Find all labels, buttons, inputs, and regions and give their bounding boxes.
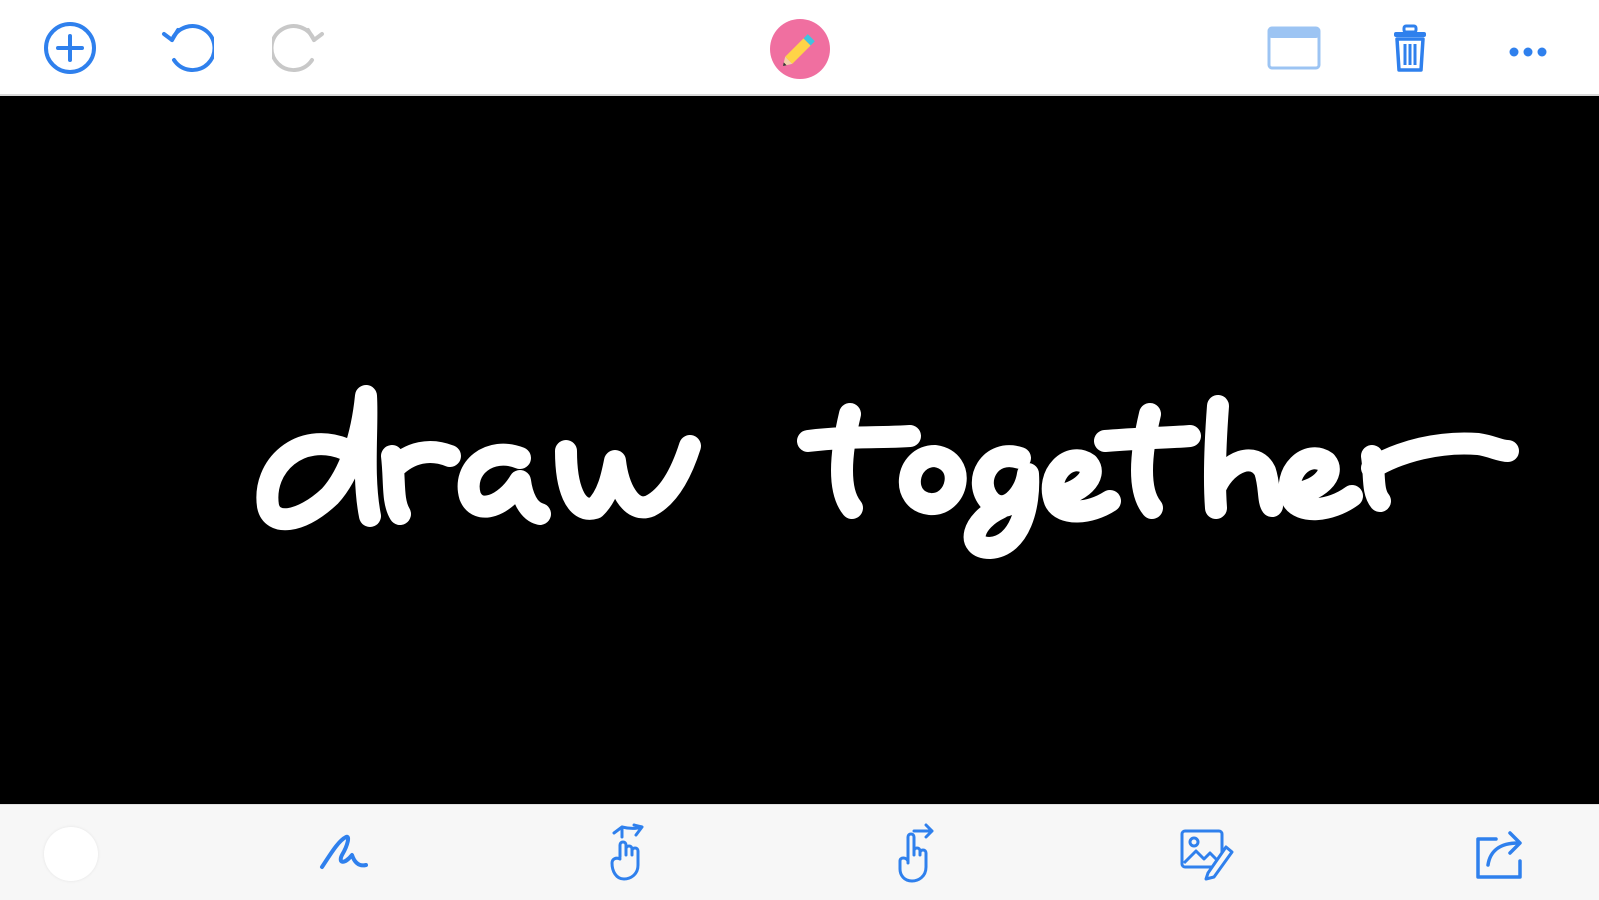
undo-icon (162, 24, 214, 73)
share-button[interactable] (1468, 821, 1532, 885)
redo-button[interactable] (268, 16, 332, 80)
brush-icon (320, 834, 368, 869)
add-button[interactable] (38, 16, 102, 80)
top-toolbar (0, 0, 1599, 96)
redo-icon (272, 24, 324, 73)
pointer-gesture-icon (898, 823, 934, 883)
more-button[interactable] (1496, 16, 1560, 80)
brush-tool-button[interactable] (312, 821, 376, 885)
move-tool-button[interactable] (596, 821, 660, 885)
pointer-tool-button[interactable] (884, 821, 948, 885)
bottom-toolbar (0, 804, 1599, 900)
image-edit-icon (1180, 829, 1234, 881)
more-icon (1509, 47, 1547, 57)
trash-icon (1394, 24, 1426, 72)
user-avatar[interactable] (770, 19, 830, 79)
add-circle-icon (44, 22, 96, 74)
window-icon (1267, 26, 1321, 70)
share-icon (1476, 831, 1522, 879)
color-picker-swatch[interactable] (44, 827, 98, 881)
app (0, 0, 1599, 900)
window-button[interactable] (1262, 16, 1326, 80)
pencil-avatar-icon (770, 19, 830, 79)
delete-button[interactable] (1378, 16, 1442, 80)
undo-button[interactable] (154, 16, 218, 80)
handwriting-drawing (256, 385, 1519, 559)
drawing-canvas[interactable] (0, 96, 1599, 804)
image-edit-button[interactable] (1174, 821, 1238, 885)
move-gesture-icon (610, 823, 644, 881)
